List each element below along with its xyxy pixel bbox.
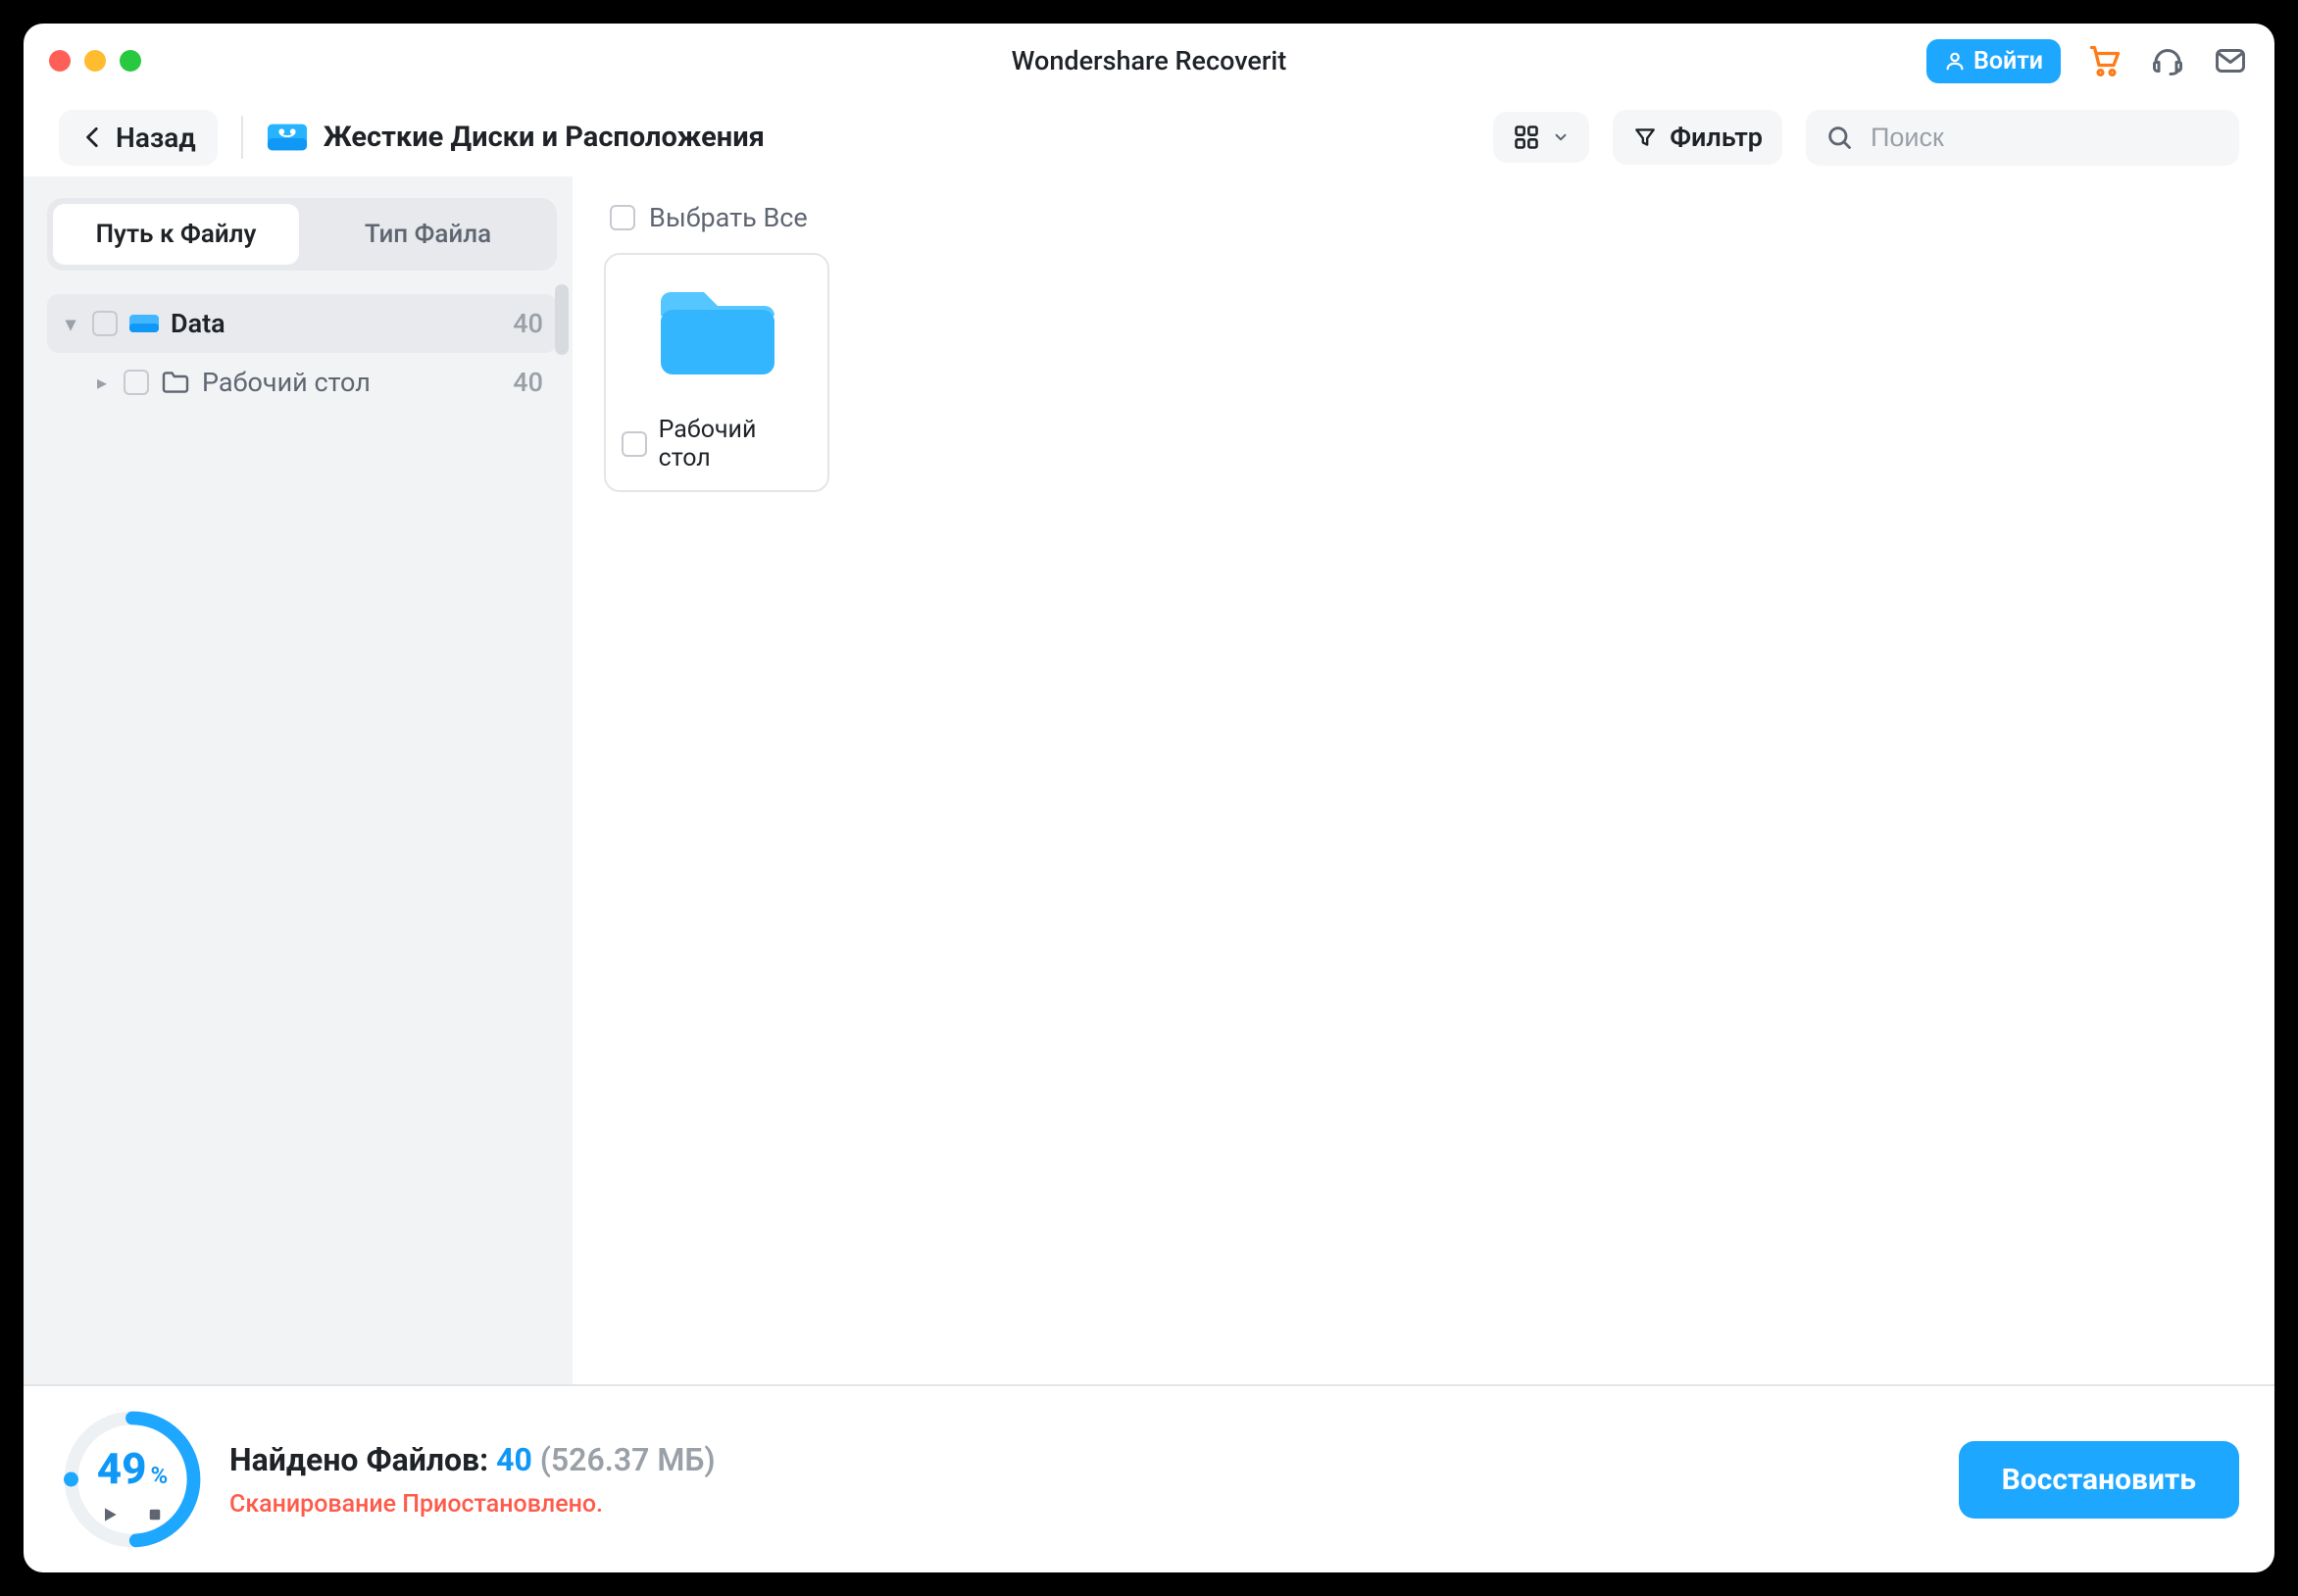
select-all-checkbox[interactable] [610, 205, 635, 230]
titlebar: Wondershare Recoverit Войти [24, 24, 2274, 98]
tree-row-data[interactable]: ▾ Data 40 [47, 294, 557, 353]
login-button[interactable]: Войти [1926, 39, 2061, 83]
cart-button[interactable] [2086, 42, 2123, 79]
tree-label: Data [171, 308, 225, 339]
toolbar: Назад Жесткие Диски и Расположения [24, 98, 2274, 176]
stop-button[interactable] [143, 1503, 167, 1526]
disk-small-icon [129, 312, 159, 335]
tree-count: 40 [513, 367, 543, 398]
bottom-bar: 49 % Найдено Файлов: 40 [24, 1384, 2274, 1572]
search-icon [1825, 124, 1853, 151]
found-files-line: Найдено Файлов: 40 (526.37 МБ) [229, 1441, 716, 1478]
folder-card[interactable]: Рабочий стол [604, 253, 829, 492]
login-label: Войти [1973, 47, 2043, 75]
user-icon [1944, 50, 1966, 72]
folder-icon [653, 284, 780, 382]
folder-outline-icon [161, 371, 190, 394]
caret-down-icon[interactable]: ▾ [61, 312, 80, 335]
location-heading: Жесткие Диски и Расположения [267, 120, 765, 155]
file-tree: ▾ Data 40 ▸ Рабочий ст [47, 294, 557, 412]
select-all-label: Выбрать Все [649, 202, 808, 233]
sidebar-scroll-thumb[interactable] [555, 284, 569, 355]
status-block: Найдено Файлов: 40 (526.37 МБ) Сканирова… [229, 1441, 716, 1519]
filter-label: Фильтр [1670, 122, 1763, 153]
progress-value: 49 [97, 1447, 147, 1490]
back-button[interactable]: Назад [59, 110, 218, 166]
search-input[interactable] [1869, 122, 2220, 154]
back-label: Назад [116, 122, 196, 154]
maximize-window-button[interactable] [120, 50, 141, 72]
toolbar-divider [241, 116, 243, 159]
progress-text: 49 % [97, 1447, 169, 1490]
found-count: 40 [496, 1441, 532, 1478]
recover-button[interactable]: Восстановить [1959, 1441, 2239, 1519]
tree-count: 40 [513, 308, 543, 339]
tab-file-path[interactable]: Путь к Файлу [53, 204, 299, 265]
harddrive-icon [267, 120, 308, 155]
checkbox[interactable] [124, 370, 149, 395]
mail-button[interactable] [2212, 42, 2249, 79]
location-title: Жесткие Диски и Расположения [324, 121, 765, 154]
sidebar: Путь к Файлу Тип Файла ▾ Data 40 ▸ [24, 176, 573, 1384]
card-footer: Рабочий стол [622, 416, 812, 473]
progress-indicator: 49 % [59, 1406, 206, 1553]
caret-right-icon[interactable]: ▸ [92, 371, 112, 394]
play-button[interactable] [98, 1503, 122, 1526]
content-area: Выбрать Все Рабочий стол [573, 176, 2274, 1384]
body: Путь к Файлу Тип Файла ▾ Data 40 ▸ [24, 176, 2274, 1384]
card-label: Рабочий стол [659, 416, 812, 473]
app-window: Wondershare Recoverit Войти [24, 24, 2274, 1572]
card-checkbox[interactable] [622, 431, 647, 457]
checkbox[interactable] [92, 311, 118, 336]
select-all-row[interactable]: Выбрать Все [604, 200, 2243, 253]
found-size: (526.37 МБ) [540, 1441, 716, 1478]
arrow-left-icon [80, 125, 106, 150]
tab-file-type[interactable]: Тип Файла [305, 204, 551, 265]
progress-unit: % [151, 1464, 169, 1487]
support-button[interactable] [2149, 42, 2186, 79]
view-mode-button[interactable] [1493, 112, 1589, 163]
filter-button[interactable]: Фильтр [1613, 110, 1782, 165]
close-window-button[interactable] [49, 50, 71, 72]
chevron-down-icon [1552, 128, 1570, 146]
sidebar-tabs: Путь к Файлу Тип Файла [47, 198, 557, 271]
results-grid: Рабочий стол [604, 253, 2243, 492]
tree-label: Рабочий стол [202, 367, 371, 398]
tree-row-desktop[interactable]: ▸ Рабочий стол 40 [47, 353, 557, 412]
minimize-window-button[interactable] [84, 50, 106, 72]
grid-view-icon [1513, 124, 1540, 151]
filter-icon [1632, 125, 1658, 150]
scan-status: Сканирование Приостановлено. [229, 1490, 716, 1519]
window-controls [49, 50, 141, 72]
search-box[interactable] [1806, 110, 2239, 166]
found-prefix: Найдено Файлов: [229, 1441, 488, 1478]
